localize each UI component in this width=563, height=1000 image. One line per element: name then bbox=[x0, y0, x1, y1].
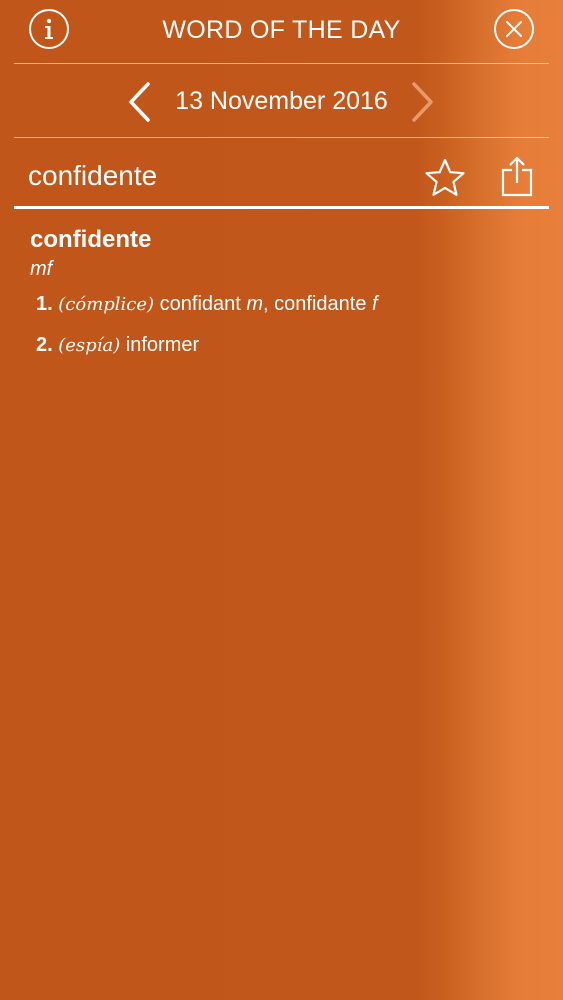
sense-context-text: cómplice bbox=[65, 294, 148, 315]
sense-context: (espía) bbox=[58, 335, 121, 356]
sense-item: 1. (cómplice) confidant m, confidante f bbox=[36, 292, 530, 317]
sense-translation: informer bbox=[125, 334, 200, 356]
dictionary-entry: confidente mf 1. (cómplice) confidant m,… bbox=[30, 226, 530, 358]
headword: confidente bbox=[30, 226, 152, 253]
sense-translation: confidante bbox=[274, 293, 367, 315]
sense-context: (cómplice) bbox=[58, 294, 155, 315]
sense-gender: m bbox=[246, 293, 264, 315]
sense-context-text: espía bbox=[65, 335, 114, 356]
sense-number: 1. bbox=[36, 293, 53, 315]
word-title: confidente bbox=[28, 160, 158, 191]
sense-number: 2. bbox=[36, 334, 53, 356]
star-icon[interactable] bbox=[424, 157, 466, 199]
header-bar: WORD OF THE DAY bbox=[0, 0, 563, 62]
current-date: 13 November 2016 bbox=[175, 87, 388, 115]
word-underline bbox=[14, 206, 549, 209]
chevron-right-icon[interactable] bbox=[410, 82, 436, 122]
sense-item: 2. (espía) informer bbox=[36, 333, 530, 358]
date-navigation: 13 November 2016 bbox=[0, 64, 563, 137]
share-icon[interactable] bbox=[500, 155, 534, 197]
part-of-speech: mf bbox=[30, 258, 53, 280]
close-icon bbox=[506, 21, 522, 37]
sense-separator: , bbox=[263, 293, 269, 315]
sense-gender: f bbox=[372, 293, 378, 315]
page-title: WORD OF THE DAY bbox=[162, 16, 401, 44]
close-button[interactable] bbox=[494, 9, 534, 49]
word-bar: confidente bbox=[0, 138, 563, 208]
sense-translation: confidant bbox=[159, 293, 241, 315]
